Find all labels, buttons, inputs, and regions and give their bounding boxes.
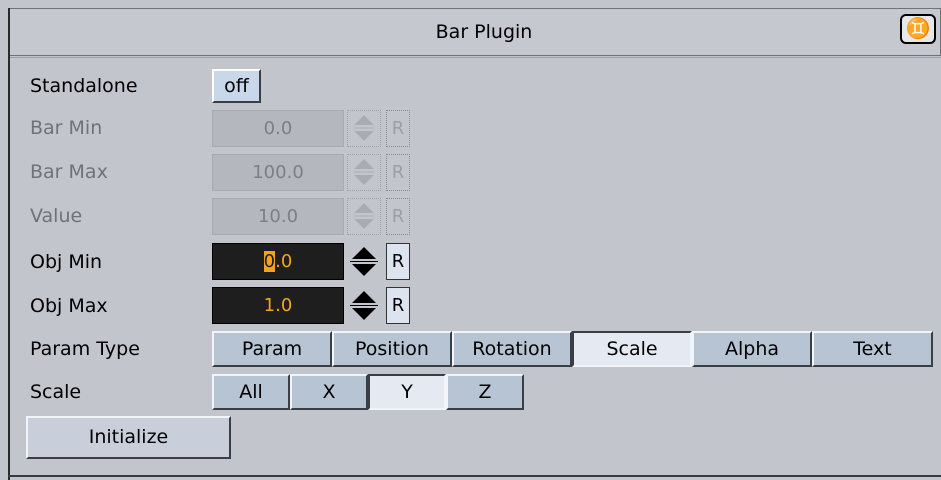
param-type-label: Param Type <box>30 338 140 360</box>
spin-down-icon <box>352 308 376 320</box>
bar-min-field[interactable]: 0.0 <box>212 110 344 147</box>
bar-min-reset-button[interactable]: R <box>386 110 410 147</box>
scale-x[interactable]: X <box>290 374 368 410</box>
title-bar: Bar Plugin <box>8 8 941 56</box>
bar-min-spinner[interactable] <box>347 110 381 147</box>
bar-max-spinner[interactable] <box>347 154 381 191</box>
text-selection: 0 <box>263 251 276 272</box>
spin-up-icon <box>354 203 374 213</box>
bar-max-field[interactable]: 100.0 <box>212 154 344 191</box>
obj-min-reset-button[interactable]: R <box>386 243 410 280</box>
value-spinner[interactable] <box>347 198 381 235</box>
panel-border-bottom <box>8 475 941 477</box>
bar-min-label: Bar Min <box>30 117 103 139</box>
standalone-toggle[interactable]: off <box>212 69 261 103</box>
obj-min-field[interactable]: 0.0 <box>212 243 344 280</box>
initialize-button[interactable]: Initialize <box>26 416 231 459</box>
param-type-text[interactable]: Text <box>812 331 933 367</box>
value-field[interactable]: 10.0 <box>212 198 344 235</box>
scale-label: Scale <box>30 381 82 403</box>
param-type-position[interactable]: Position <box>332 331 452 367</box>
obj-min-value-tail: .0 <box>275 251 293 272</box>
obj-min-label: Obj Min <box>30 251 103 273</box>
bar-max-label: Bar Max <box>30 161 108 183</box>
bar-max-reset-button[interactable]: R <box>386 154 410 191</box>
spin-up-icon <box>354 115 374 125</box>
title-divider <box>8 57 941 58</box>
spin-up-icon <box>354 159 374 169</box>
window-title: Bar Plugin <box>435 21 533 43</box>
panel-border-left <box>8 8 10 480</box>
param-type-alpha[interactable]: Alpha <box>692 331 812 367</box>
value-reset-button[interactable]: R <box>386 198 410 235</box>
value-label: Value <box>30 205 83 227</box>
spin-up-icon <box>352 291 376 303</box>
obj-max-label: Obj Max <box>30 295 108 317</box>
obj-max-spinner[interactable] <box>347 287 381 324</box>
scale-all[interactable]: All <box>212 374 290 410</box>
help-book-icon[interactable]: ♊ <box>900 14 936 44</box>
param-type-scale[interactable]: Scale <box>572 331 692 367</box>
obj-min-spinner[interactable] <box>347 243 381 280</box>
scale-y[interactable]: Y <box>368 374 446 410</box>
standalone-label: Standalone <box>30 75 138 97</box>
obj-max-reset-button[interactable]: R <box>386 287 410 324</box>
param-type-rotation[interactable]: Rotation <box>452 331 572 367</box>
spin-down-icon <box>354 175 374 185</box>
scale-z[interactable]: Z <box>446 374 524 410</box>
spin-down-icon <box>354 131 374 141</box>
param-type-param[interactable]: Param <box>212 331 332 367</box>
spin-up-icon <box>352 247 376 259</box>
obj-max-field[interactable]: 1.0 <box>212 287 344 324</box>
spin-down-icon <box>352 264 376 276</box>
spin-down-icon <box>354 219 374 229</box>
